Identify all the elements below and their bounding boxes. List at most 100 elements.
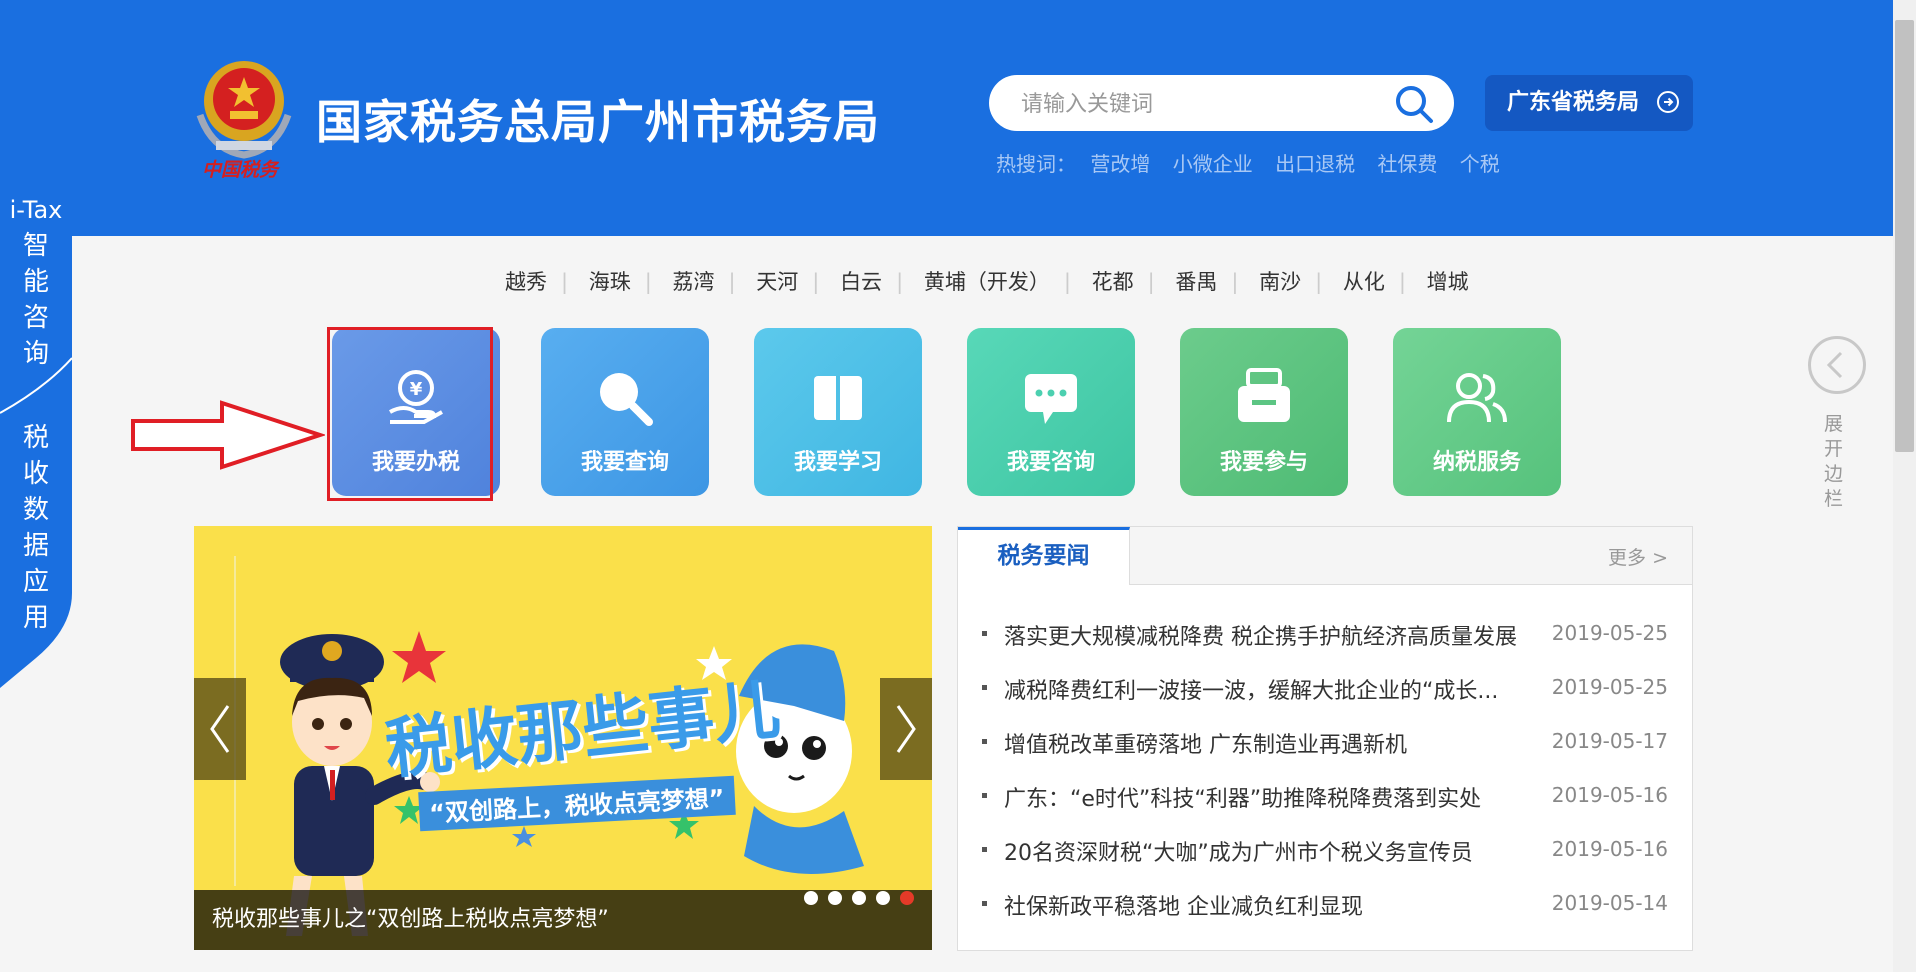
chevron-left-icon	[1826, 351, 1843, 379]
expand-sidebar-button[interactable]	[1808, 336, 1866, 394]
news-date: 2019-05-25	[1551, 621, 1668, 645]
bullet	[982, 901, 987, 906]
carousel-prev-button[interactable]	[194, 678, 246, 780]
tab-tax-news[interactable]: 税务要闻	[958, 527, 1130, 585]
carousel-dot[interactable]	[804, 891, 818, 905]
service-tile-query[interactable]: 我要查询	[541, 328, 709, 496]
hot-word-link[interactable]: 个税	[1460, 152, 1500, 176]
divider: |	[728, 270, 736, 294]
district-link[interactable]: 越秀	[505, 270, 547, 294]
divider: |	[1231, 270, 1239, 294]
service-tile-learn[interactable]: 我要学习	[754, 328, 922, 496]
hot-word-link[interactable]: 小微企业	[1173, 152, 1253, 176]
site-title[interactable]: 国家税务总局广州市税务局	[316, 86, 880, 152]
users-icon	[1447, 373, 1507, 423]
tax-emblem-logo[interactable]: 中国税务	[192, 55, 296, 181]
news-list: 落实更大规模减税降费 税企携手护航经济高质量发展 2019-05-25 减税降费…	[958, 619, 1692, 943]
carousel-dot[interactable]	[876, 891, 890, 905]
carousel-dots	[794, 869, 914, 929]
hot-word-link[interactable]: 出口退税	[1275, 152, 1355, 176]
search-icon[interactable]	[1394, 84, 1434, 124]
carousel-dot[interactable]	[828, 891, 842, 905]
news-title[interactable]: 社保新政平稳落地 企业减负红利显现	[1004, 889, 1534, 921]
red-arrow-annotation	[130, 400, 327, 474]
news-item[interactable]: 社保新政平稳落地 企业减负红利显现 2019-05-14	[958, 889, 1692, 943]
news-item[interactable]: 落实更大规模减税降费 税企携手护航经济高质量发展 2019-05-25	[958, 619, 1692, 673]
arrow-right-circle-icon	[1657, 91, 1679, 113]
carousel-dot[interactable]	[852, 891, 866, 905]
divider: |	[1398, 270, 1406, 294]
banner-caption: 税收那些事儿之“双创路上税收点亮梦想”	[212, 907, 609, 932]
district-link[interactable]: 天河	[756, 270, 798, 294]
district-link[interactable]: 黄埔（开发）	[924, 270, 1050, 294]
hot-word-link[interactable]: 社保费	[1377, 152, 1437, 176]
district-link[interactable]: 从化	[1343, 270, 1385, 294]
divider: |	[1315, 270, 1323, 294]
carousel-dot-active[interactable]	[900, 891, 914, 905]
service-label: 我要查询	[580, 450, 669, 475]
expand-char: 展	[1824, 413, 1844, 435]
bullet	[982, 631, 987, 636]
district-link[interactable]: 番禺	[1175, 270, 1217, 294]
province-tax-bureau-button[interactable]: 广东省税务局	[1485, 75, 1693, 131]
expand-char: 栏	[1824, 488, 1844, 510]
news-title[interactable]: 20名资深财税“大咖”成为广州市个税义务宣传员	[1004, 835, 1534, 867]
magnifier-icon	[600, 373, 653, 426]
news-item[interactable]: 增值税改革重磅落地 广东制造业再遇新机 2019-05-17	[958, 727, 1692, 781]
chat-bubble-icon	[1025, 374, 1077, 424]
side-char: 应	[23, 567, 50, 597]
news-title[interactable]: 广东：“e时代”科技“利器”助推降税降费落到实处	[1004, 781, 1534, 813]
service-label: 我要学习	[793, 450, 882, 475]
chevron-right-icon	[896, 705, 916, 753]
hot-search-label: 热搜词：	[996, 152, 1076, 176]
news-date: 2019-05-17	[1551, 729, 1668, 753]
side-char: 据	[23, 531, 50, 561]
district-link[interactable]: 花都	[1092, 270, 1134, 294]
news-item[interactable]: 20名资深财税“大咖”成为广州市个税义务宣传员 2019-05-16	[958, 835, 1692, 889]
news-more-link[interactable]: 更多 >	[1608, 543, 1668, 570]
divider: |	[644, 270, 652, 294]
divider: |	[812, 270, 820, 294]
news-title[interactable]: 增值税改革重磅落地 广东制造业再遇新机	[1004, 727, 1534, 759]
district-link[interactable]: 增城	[1427, 270, 1469, 294]
district-nav: 越秀 | 海珠 | 荔湾 | 天河 | 白云 | 黄埔（开发） | 花都 | 番禺 | 南沙 | …	[505, 266, 1469, 296]
divider: |	[896, 270, 904, 294]
service-tile-consult[interactable]: 我要咨询	[967, 328, 1135, 496]
bullet	[982, 685, 987, 690]
scrollbar-thumb[interactable]	[1895, 20, 1914, 452]
district-link[interactable]: 白云	[840, 270, 882, 294]
news-panel: 税务要闻 更多 > 落实更大规模减税降费 税企携手护航经济高质量发展 2019-…	[957, 526, 1693, 951]
district-link[interactable]: 南沙	[1259, 270, 1301, 294]
side-char: 税	[23, 423, 50, 453]
tax-data-app-link[interactable]: 税 收 数 据 应 用	[0, 420, 72, 636]
news-title[interactable]: 减税降费红利一波接一波，缓解大批企业的“成长...	[1004, 673, 1534, 705]
bullet	[982, 847, 987, 852]
side-char: 智	[23, 231, 50, 261]
divider: |	[1063, 270, 1071, 294]
news-item[interactable]: 广东：“e时代”科技“利器”助推降税降费落到实处 2019-05-16	[958, 781, 1692, 835]
banner-caption-bar[interactable]: 税收那些事儿之“双创路上税收点亮梦想”	[194, 890, 932, 950]
itax-consult-link[interactable]: i-Tax 智 能 咨 询	[0, 192, 72, 372]
side-char: 数	[23, 495, 50, 525]
service-tile-participate[interactable]: 我要参与	[1180, 328, 1348, 496]
service-label: 我要参与	[1219, 450, 1308, 475]
district-link[interactable]: 海珠	[589, 270, 631, 294]
province-button-label: 广东省税务局	[1507, 90, 1640, 115]
service-label: 我要咨询	[1006, 450, 1095, 475]
header-bar: 中国税务 国家税务总局广州市税务局 广东省税务局 热搜词： 营改增 小微企业 出…	[0, 0, 1893, 236]
highlight-box-annotation	[327, 327, 493, 501]
news-title[interactable]: 落实更大规模减税降费 税企携手护航经济高质量发展	[1004, 619, 1534, 651]
expand-sidebar-label[interactable]: 展 开 边 栏	[1824, 412, 1846, 512]
side-char: 询	[23, 339, 50, 369]
hot-word-link[interactable]: 营改增	[1090, 152, 1150, 176]
service-tile-taxpayer-service[interactable]: 纳税服务	[1393, 328, 1561, 496]
expand-char: 边	[1824, 463, 1844, 485]
district-link[interactable]: 荔湾	[673, 270, 715, 294]
ballot-box-icon	[1238, 368, 1290, 422]
hot-search-words: 热搜词： 营改增 小微企业 出口退税 社保费 个税	[996, 148, 1516, 177]
news-item[interactable]: 减税降费红利一波接一波，缓解大批企业的“成长... 2019-05-25	[958, 673, 1692, 727]
side-char: 能	[23, 267, 50, 297]
banner-carousel[interactable]: 税收那些事儿 “双创路上，税收点亮梦想” 税收那些事儿之“双创路上税收点亮梦想”	[194, 526, 932, 950]
carousel-next-button[interactable]	[880, 678, 932, 780]
search-input[interactable]	[1019, 85, 1383, 123]
